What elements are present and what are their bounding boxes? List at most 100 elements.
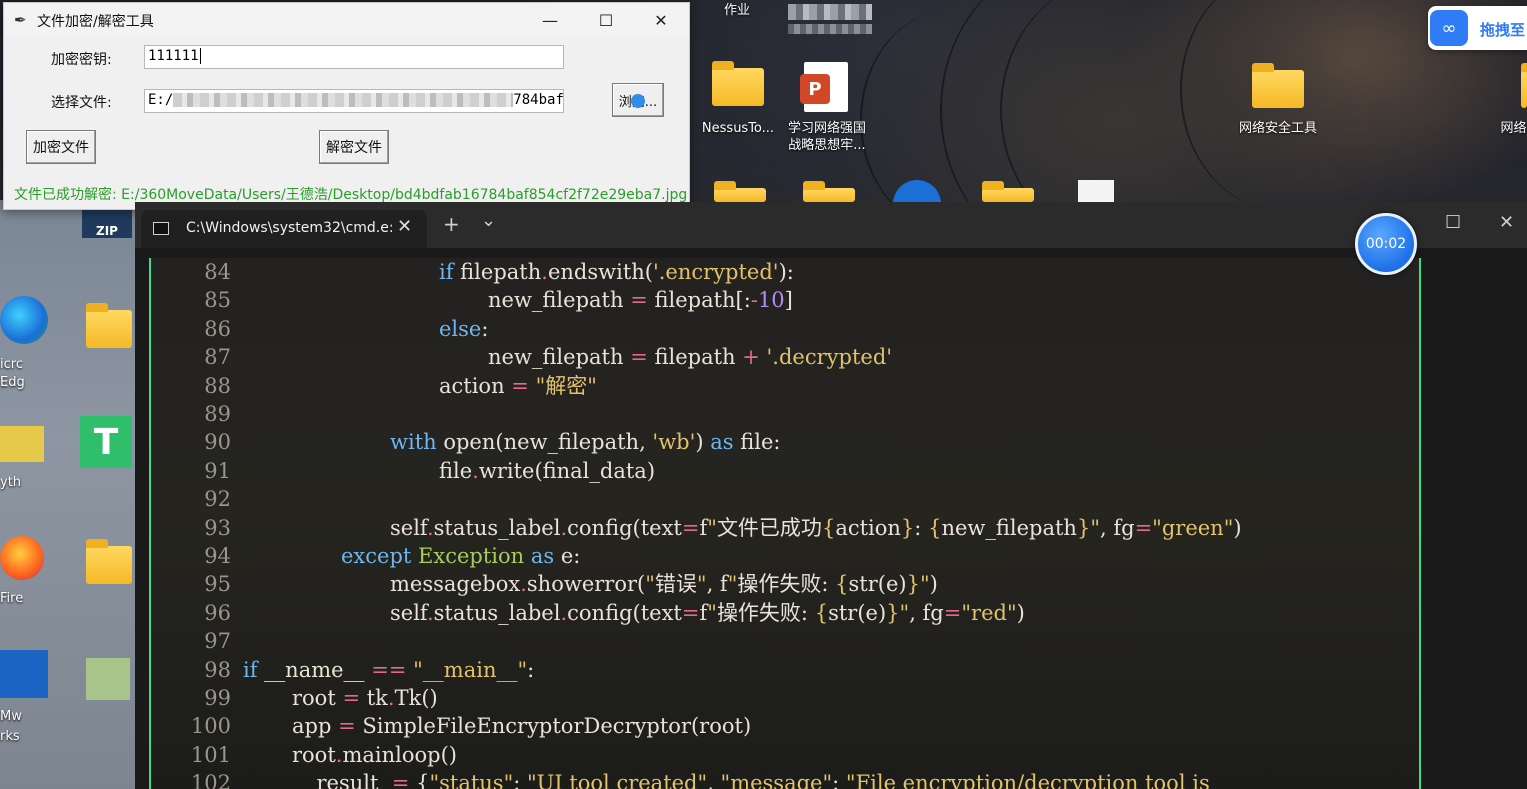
drag-widget-label: 拖拽至 xyxy=(1480,21,1526,39)
code-line: 92 xyxy=(151,485,243,513)
file-path-input[interactable]: E:/ 784baf8 xyxy=(144,89,564,113)
desktop-label-homework[interactable]: 作业 xyxy=(712,2,762,19)
code-text: new_filepath = filepath[:-10] xyxy=(488,288,793,313)
minimize-button[interactable]: — xyxy=(522,3,578,37)
code-line: 94 except Exception as e: xyxy=(151,542,580,570)
code-text: if __name__ == "__main__": xyxy=(243,657,535,682)
desktop-icon-label: NessusTo... xyxy=(701,121,775,136)
folder-icon xyxy=(712,61,764,106)
document-icon xyxy=(1078,180,1114,202)
loading-cursor-icon xyxy=(631,94,645,108)
line-number: 99 xyxy=(204,686,231,710)
code-text: if filepath.endswith('.encrypted'): xyxy=(439,260,794,284)
code-text: result = {"status": "UI tool created", "… xyxy=(316,771,1210,789)
terminal-body[interactable]: 84 if filepath.endswith('.encrypted'): 85 n… xyxy=(135,248,1527,789)
desktop-icon-label: 网络 xyxy=(1500,121,1527,136)
desktop-icon-label: 学习网络强国 战略思想牢... xyxy=(787,121,866,153)
text-cursor xyxy=(199,48,201,64)
tab-close-icon[interactable]: ✕ xyxy=(397,216,412,237)
firefox-icon xyxy=(0,536,44,580)
desktop-icon-label: Fire xyxy=(0,591,24,606)
tab-dropdown-button[interactable]: ⌄ xyxy=(481,210,496,231)
key-input[interactable]: 111111 xyxy=(144,45,564,69)
code-line: 88 action = "解密" xyxy=(151,372,597,400)
code-line: 91 file.write(final_data) xyxy=(151,457,655,485)
folder-icon xyxy=(1252,63,1304,108)
ppt-file-icon: P xyxy=(800,62,848,112)
feather-icon: ✒ xyxy=(14,11,27,29)
code-line: 87 new_filepath = filepath + '.decrypted' xyxy=(151,343,892,371)
encrypt-button[interactable]: 加密文件 xyxy=(26,130,96,164)
desktop-icon-label: Mw xyxy=(0,709,22,724)
title-bar[interactable]: ✒ 文件加密/解密工具 — ☐ ✕ xyxy=(4,3,689,37)
encrypt-tool-window: ✒ 文件加密/解密工具 — ☐ ✕ 加密密钥: 111111 选择文件: E:/… xyxy=(3,2,690,210)
zip-badge: ZIP xyxy=(96,224,118,238)
code-line: 84 if filepath.endswith('.encrypted'): xyxy=(151,258,794,286)
vmware-icon xyxy=(0,650,48,698)
line-number: 100 xyxy=(190,714,231,739)
code-text: root = tk.Tk() xyxy=(292,686,438,710)
code-line: 90 with open(new_filepath, 'wb') as file: xyxy=(151,428,780,456)
line-number: 94 xyxy=(204,544,231,568)
line-number: 89 xyxy=(204,402,231,426)
line-number: 90 xyxy=(204,430,231,455)
close-button[interactable]: ✕ xyxy=(1499,212,1514,233)
line-number: 88 xyxy=(204,373,231,398)
desktop-icon-label: 网络安全工具 xyxy=(1238,121,1317,136)
code-text: action = "解密" xyxy=(439,373,597,398)
code-line: 85 new_filepath = filepath[:-10] xyxy=(151,286,793,314)
line-number: 95 xyxy=(204,572,231,597)
key-input-value: 111111 xyxy=(148,48,199,64)
code-text: self.status_label.config(text=f"操作失败: {s… xyxy=(390,600,1025,625)
folder-icon xyxy=(1521,63,1527,108)
code-line: 98 if __name__ == "__main__": xyxy=(151,656,534,684)
folder-icon xyxy=(982,181,1034,202)
code-editor[interactable]: 84 if filepath.endswith('.encrypted'): 85 n… xyxy=(149,258,1421,789)
code-text: app = SimpleFileEncryptorDecryptor(root) xyxy=(292,714,752,739)
code-line: 93 self.status_label.config(text=f"文件已成功{… xyxy=(151,514,1242,542)
terminal-tab-bar[interactable]: C:\Windows\system32\cmd.e: ✕ + ⌄ ☐ ✕ xyxy=(135,202,1527,248)
edge-icon xyxy=(0,296,48,344)
status-label: 文件已成功解密: E:/360MoveData/Users/王德浩/Deskto… xyxy=(14,187,688,203)
cloud-drive-icon: ∞ xyxy=(1430,10,1468,46)
close-button[interactable]: ✕ xyxy=(633,3,689,37)
code-text: with open(new_filepath, 'wb') as file: xyxy=(390,430,781,455)
code-line: 102 result = {"status": "UI tool created"… xyxy=(151,769,1210,789)
file-path-prefix: E:/ xyxy=(148,92,174,108)
line-number: 85 xyxy=(204,288,231,313)
desktop-icon-label: icrc xyxy=(0,357,23,372)
pycharm-icon xyxy=(0,426,44,462)
code-line: 97 xyxy=(151,627,243,655)
code-text: self.status_label.config(text=f"文件已成功{ac… xyxy=(390,515,1242,540)
folder-icon xyxy=(86,539,132,584)
tab-title: C:\Windows\system32\cmd.e: xyxy=(186,220,394,236)
code-text: new_filepath = filepath + '.decrypted' xyxy=(488,345,893,370)
drag-upload-widget[interactable]: ∞ 拖拽至 xyxy=(1428,6,1527,50)
recording-timer[interactable]: 00:02 xyxy=(1355,213,1417,275)
maximize-button[interactable]: ☐ xyxy=(578,3,634,37)
line-number: 84 xyxy=(204,260,231,284)
blurred-desktop-label xyxy=(788,4,872,20)
blurred-path xyxy=(173,93,514,107)
line-number: 91 xyxy=(204,458,231,483)
file-path-suffix: 784baf8 xyxy=(513,92,564,108)
code-line: 99 root = tk.Tk() xyxy=(151,684,438,712)
terminal-tab[interactable]: C:\Windows\system32\cmd.e: ✕ xyxy=(141,210,427,248)
line-number: 101 xyxy=(190,742,231,767)
browse-button[interactable]: 浏览... xyxy=(612,83,664,117)
code-line: 89 xyxy=(151,400,243,428)
code-line: 86 else: xyxy=(151,315,488,343)
line-number: 98 xyxy=(204,657,231,682)
code-text: except Exception as e: xyxy=(341,544,581,568)
app-icon xyxy=(86,658,130,700)
line-number: 102 xyxy=(190,771,231,789)
new-tab-button[interactable]: + xyxy=(443,212,460,236)
code-text: file.write(final_data) xyxy=(439,458,656,483)
folder-icon xyxy=(714,181,766,202)
key-label: 加密密钥: xyxy=(51,52,112,68)
cmd-icon xyxy=(153,222,169,235)
desktop-icon-label: Edg xyxy=(0,375,25,390)
maximize-button[interactable]: ☐ xyxy=(1445,212,1461,233)
decrypt-button[interactable]: 解密文件 xyxy=(319,130,389,164)
code-text: messagebox.showerror("错误", f"操作失败: {str(… xyxy=(390,572,938,597)
